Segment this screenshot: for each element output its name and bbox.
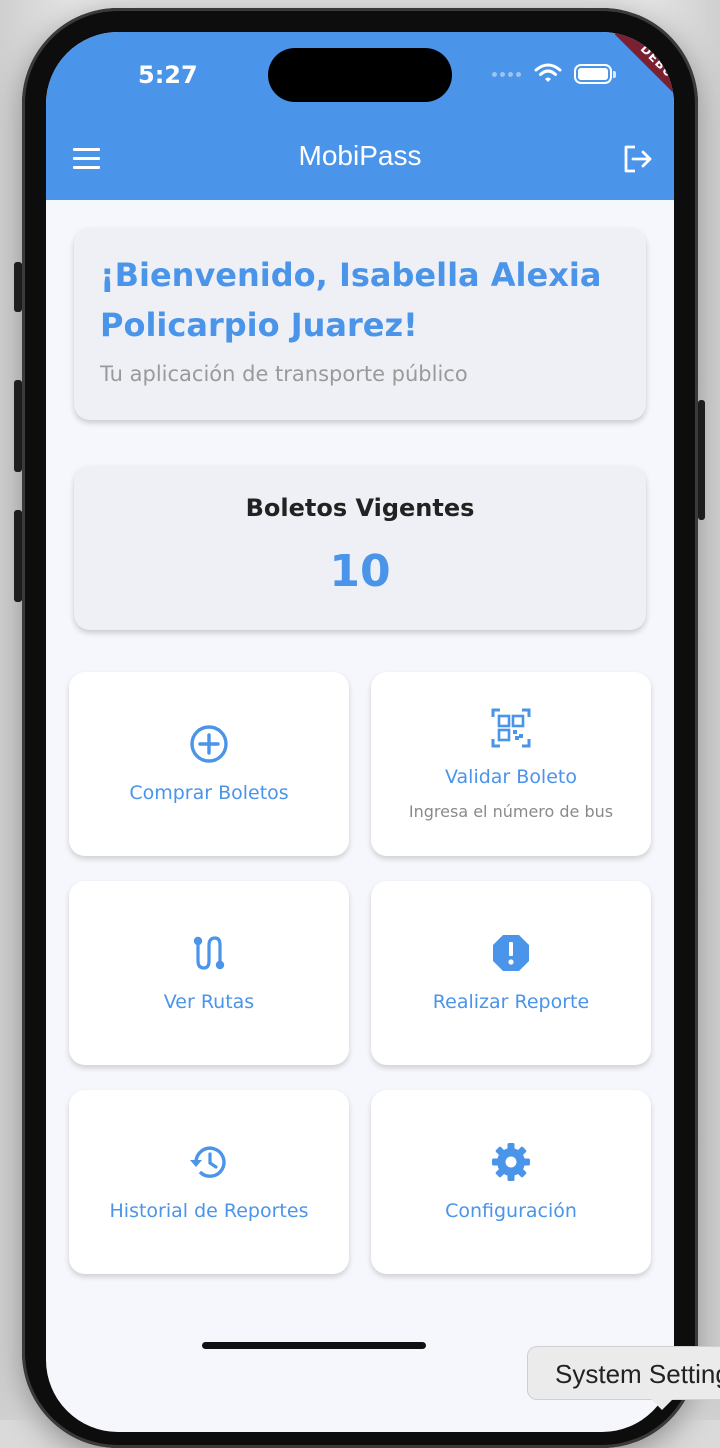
welcome-card: ¡Bienvenido, Isabella Alexia Policarpio …: [74, 228, 646, 420]
app-bar: 5:27 DEBUG MobiPass: [46, 32, 674, 200]
settings-button[interactable]: Configuración: [371, 1090, 651, 1274]
tooltip-tail: [650, 1398, 674, 1410]
add-circle-icon: [190, 725, 228, 763]
view-routes-button[interactable]: Ver Rutas: [69, 881, 349, 1065]
volume-up-button: [14, 380, 22, 472]
report-history-label: Historial de Reportes: [109, 1200, 309, 1222]
report-history-button[interactable]: Historial de Reportes: [69, 1090, 349, 1274]
make-report-label: Realizar Reporte: [432, 991, 590, 1013]
tooltip-text: System Settings: [555, 1359, 720, 1389]
report-icon: [493, 935, 529, 971]
make-report-button[interactable]: Realizar Reporte: [371, 881, 651, 1065]
logout-icon[interactable]: [622, 144, 654, 174]
active-tickets-label: Boletos Vigentes: [245, 494, 475, 522]
silent-switch: [14, 262, 22, 312]
wifi-icon: [534, 63, 562, 82]
app-screen: 5:27 DEBUG MobiPass ¡Bienvenido, Isabell…: [46, 32, 674, 1432]
qr-code-icon: [491, 708, 531, 748]
route-icon: [193, 936, 225, 970]
debug-banner: DEBUG: [614, 32, 674, 112]
active-tickets-card: Boletos Vigentes 10: [74, 466, 646, 630]
active-tickets-count: 10: [329, 546, 391, 597]
volume-down-button: [14, 510, 22, 602]
cellular-signal-icon: [492, 72, 521, 77]
dynamic-island: [268, 48, 452, 102]
view-routes-label: Ver Rutas: [163, 991, 255, 1013]
buy-tickets-label: Comprar Boletos: [129, 782, 289, 804]
power-button: [698, 400, 705, 520]
settings-label: Configuración: [445, 1200, 577, 1222]
settings-icon: [492, 1143, 530, 1181]
app-title: MobiPass: [298, 140, 422, 171]
validate-ticket-button[interactable]: Validar Boleto Ingresa el número de bus: [371, 672, 651, 856]
buy-tickets-button[interactable]: Comprar Boletos: [69, 672, 349, 856]
home-indicator[interactable]: [202, 1342, 426, 1349]
history-icon: [190, 1146, 226, 1178]
system-settings-tooltip: System Settings: [527, 1346, 720, 1400]
status-time: 5:27: [138, 61, 198, 89]
welcome-subtitle: Tu aplicación de transporte público: [100, 362, 468, 386]
battery-icon: [574, 64, 616, 84]
validate-ticket-sublabel: Ingresa el número de bus: [408, 802, 614, 821]
validate-ticket-label: Validar Boleto: [445, 766, 577, 788]
welcome-title: ¡Bienvenido, Isabella Alexia Policarpio …: [100, 256, 602, 344]
